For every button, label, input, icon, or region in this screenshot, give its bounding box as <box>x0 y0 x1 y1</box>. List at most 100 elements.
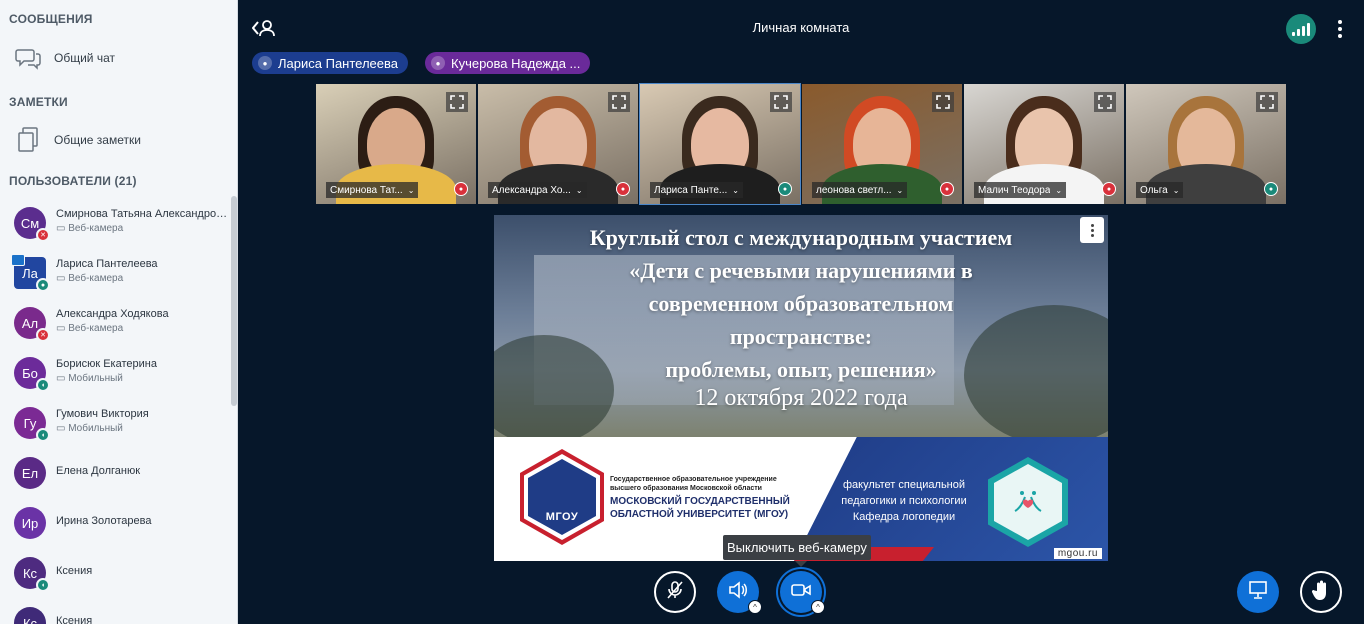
slide-title-line: пространстве: <box>729 324 873 349</box>
notes-icon <box>14 126 42 154</box>
slide-date: 12 октября 2022 года <box>694 385 908 411</box>
chat-icon <box>14 44 42 72</box>
video-tile[interactable]: Лариса Панте... ⌄ ● <box>639 83 801 205</box>
website-label: mgou.ru <box>1053 548 1102 559</box>
muted-mic-icon: ● <box>616 182 630 196</box>
presentation-options-button[interactable] <box>1080 217 1104 243</box>
mic-icon: ● <box>36 278 50 292</box>
talking-indicator[interactable]: ● Кучерова Надежда ... <box>425 52 591 74</box>
user-name: Александра Ходякова <box>56 308 169 320</box>
faculty-text: факультет специальной педагогики и психо… <box>841 479 967 523</box>
video-tile[interactable]: Малич Теодора ⌄ ● <box>964 84 1124 204</box>
video-camera-icon <box>790 582 812 603</box>
raise-hand-button[interactable] <box>1300 571 1342 613</box>
mic-icon: ● <box>258 56 272 70</box>
unmute-button[interactable] <box>654 571 696 613</box>
expand-icon <box>450 95 464 109</box>
user-list-item[interactable]: Ел Елена Долганюк <box>0 448 232 498</box>
video-name-label[interactable]: Александра Хо... ⌄ <box>488 182 587 198</box>
user-name: Гумович Виктория <box>56 408 149 420</box>
notes-section-title: ЗАМЕТКИ <box>9 95 68 109</box>
muted-mic-icon: ● <box>940 182 954 196</box>
user-list-item[interactable]: Кс Ксения <box>0 598 232 624</box>
signal-bar-icon <box>1307 23 1310 36</box>
user-name: Лариса Пантелеева <box>56 258 158 270</box>
users-section-title: ПОЛЬЗОВАТЕЛИ (21) <box>9 174 137 188</box>
user-device: ▭ Веб-камера <box>56 273 124 284</box>
user-list-item[interactable]: Бо ◖ Борисюк Екатерина ▭ Мобильный <box>0 348 232 398</box>
expand-icon <box>774 95 788 109</box>
chevron-down-icon: ⌄ <box>896 185 904 195</box>
listen-only-icon: ◖ <box>36 578 50 592</box>
user-device: ▭ Мобильный <box>56 423 123 434</box>
mic-icon: ● <box>778 182 792 196</box>
slide-title-line: проблемы, опыт, решения» <box>665 357 937 382</box>
talking-indicator[interactable]: ● Лариса Пантелеева <box>252 52 408 74</box>
expand-icon <box>1098 95 1112 109</box>
expand-icon <box>612 95 626 109</box>
muted-mic-icon: ✕ <box>36 228 50 242</box>
mic-icon: ● <box>1264 182 1278 196</box>
video-tile[interactable]: Александра Хо... ⌄ ● <box>478 84 638 204</box>
signal-bar-icon <box>1297 29 1300 36</box>
main-area: Личная комната ● Лариса Пантелеева ● Куч… <box>238 0 1364 624</box>
chevron-down-icon: ⌄ <box>575 185 583 195</box>
chevron-down-icon: ⌄ <box>407 185 415 195</box>
signal-bar-icon <box>1302 26 1305 36</box>
avatar: Кс <box>14 607 46 624</box>
user-list-item[interactable]: Ир Ирина Золотарева <box>0 498 232 548</box>
video-name-label[interactable]: Лариса Панте... ⌄ <box>650 182 743 198</box>
fullscreen-button[interactable] <box>1094 92 1116 112</box>
fullscreen-button[interactable] <box>608 92 630 112</box>
user-list-item[interactable]: Гу ◖ Гумович Виктория ▭ Мобильный <box>0 398 232 448</box>
fullscreen-button[interactable] <box>446 92 468 112</box>
avatar: Ла ● <box>11 254 50 292</box>
user-list-item[interactable]: См✕ Смирнова Татьяна Александровна (Вы) … <box>0 198 232 248</box>
university-subtitle: Государственное образовательное учрежден… <box>610 476 777 492</box>
user-name: Смирнова Татьяна Александровна (Вы) <box>56 208 228 220</box>
avatar: Бо ◖ <box>14 357 50 392</box>
fullscreen-button[interactable] <box>770 92 792 112</box>
fullscreen-button[interactable] <box>1256 92 1278 112</box>
avatar: Кс ◖ <box>14 557 50 592</box>
user-list-item[interactable]: Кс ◖ Ксения <box>0 548 232 598</box>
user-name: Борисюк Екатерина <box>56 358 157 370</box>
user-name: Ксения <box>56 615 93 624</box>
user-device: ▭ Веб-камера <box>56 323 124 334</box>
connection-status-button[interactable] <box>1286 14 1316 44</box>
video-name-label[interactable]: леонова светл... ⌄ <box>812 182 908 198</box>
video-name-label[interactable]: Ольга ⌄ <box>1136 182 1184 198</box>
mic-off-icon <box>664 579 686 606</box>
slide-title-line: современном образовательном <box>648 291 954 316</box>
user-name: Елена Долганюк <box>56 465 141 477</box>
avatar: Гу ◖ <box>14 407 50 442</box>
user-list-item[interactable]: Ла ● Лариса Пантелеева ▭ Веб-камера <box>0 248 232 298</box>
presentation-button[interactable] <box>1237 571 1279 613</box>
muted-mic-icon: ● <box>454 182 468 196</box>
public-chat-label: Общий чат <box>54 51 115 65</box>
room-title: Личная комната <box>752 20 850 35</box>
shared-notes-link[interactable]: Общие заметки <box>0 120 232 160</box>
sidebar-scrollbar[interactable] <box>231 196 237 406</box>
fullscreen-button[interactable] <box>932 92 954 112</box>
shared-notes-label: Общие заметки <box>54 133 141 147</box>
options-menu-button[interactable] <box>1332 18 1348 40</box>
slide-heading: Круглый стол с международным участием <box>589 225 1013 250</box>
hand-icon <box>1311 579 1331 606</box>
video-name-label[interactable]: Смирнова Тат... ⌄ <box>326 182 419 198</box>
video-tile[interactable]: Ольга ⌄ ● <box>1126 84 1286 204</box>
video-tile[interactable]: леонова светл... ⌄ ● <box>802 84 962 204</box>
video-name-label[interactable]: Малич Теодора ⌄ <box>974 182 1067 198</box>
video-tile[interactable]: Смирнова Тат... ⌄ ● <box>316 84 476 204</box>
user-device: ▭ Веб-камера <box>56 223 124 234</box>
user-list-item[interactable]: Ал ✕ Александра Ходякова ▭ Веб-камера <box>0 298 232 348</box>
user-device: ▭ Мобильный <box>56 373 123 384</box>
audio-options-caret[interactable]: ^ <box>748 600 762 614</box>
chevron-down-icon: ⌄ <box>1055 185 1063 195</box>
messages-section-title: СООБЩЕНИЯ <box>9 12 93 26</box>
webcam-options-caret[interactable]: ^ <box>811 600 825 614</box>
listen-only-icon: ◖ <box>36 428 50 442</box>
chevron-down-icon: ⌄ <box>732 185 739 195</box>
university-name: МОСКОВСКИЙ ГОСУДАРСТВЕННЫЙ ОБЛАСТНОЙ УНИ… <box>610 496 790 520</box>
public-chat-link[interactable]: Общий чат <box>0 38 232 78</box>
